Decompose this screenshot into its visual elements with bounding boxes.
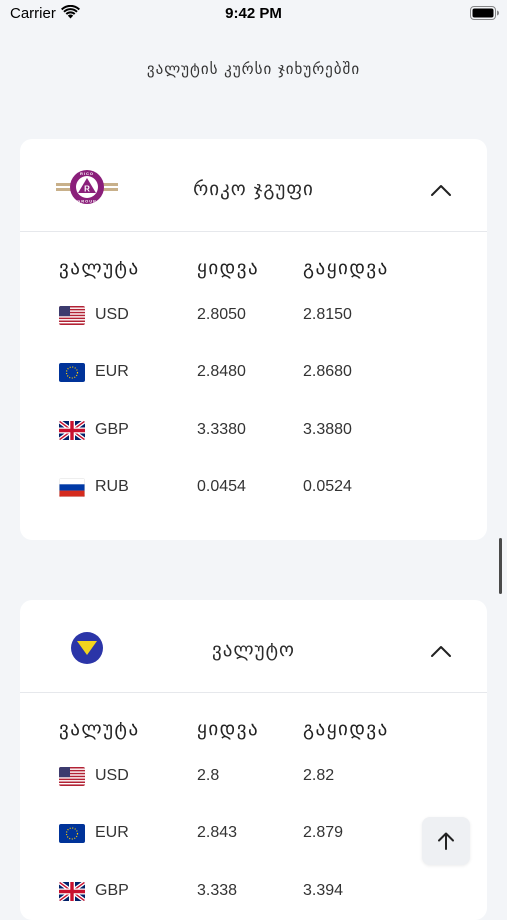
us-flag-icon — [59, 767, 85, 786]
buy-rate: 3.338 — [197, 882, 238, 899]
table-header: ვალუტა ყიდვა გაყიდვა — [20, 257, 487, 287]
currency-code: RUB — [95, 478, 129, 495]
buy-rate: 0.0454 — [197, 478, 246, 495]
buy-rate: 2.843 — [197, 824, 238, 841]
status-bar: Carrier 9:42 PM — [0, 0, 507, 28]
arrow-up-icon — [438, 832, 454, 850]
status-time: 9:42 PM — [225, 5, 282, 22]
column-header-buy: ყიდვა — [197, 257, 260, 279]
currency-code: USD — [95, 767, 129, 784]
buy-rate: 2.8480 — [197, 363, 246, 380]
exchange-card-valuto: ვალუტო ვალუტა ყიდვა გაყიდვა USD 2.8 2.82 — [20, 600, 487, 920]
currency-code: EUR — [95, 824, 129, 841]
buy-rate: 2.8050 — [197, 306, 246, 323]
page-title: ვალუტის კურსი ჯიხურებში — [146, 60, 361, 78]
table-row-eur: EUR 2.8480 2.8680 — [20, 361, 487, 385]
table-row-usd: USD 2.8 2.82 — [20, 765, 487, 789]
svg-text:RICO: RICO — [80, 171, 94, 176]
buy-rate: 3.3380 — [197, 421, 246, 438]
sell-rate: 2.8680 — [303, 363, 352, 380]
column-header-sell: გაყიდვა — [303, 718, 389, 740]
card-title: რიკო ჯგუფი — [193, 178, 314, 200]
sell-rate: 2.82 — [303, 767, 335, 784]
currency-code: GBP — [95, 882, 129, 899]
sell-rate: 3.394 — [303, 882, 344, 899]
sell-rate: 3.3880 — [303, 421, 352, 438]
card-title: ვალუტო — [212, 639, 295, 661]
scroll-to-top-button[interactable] — [422, 817, 470, 865]
ru-flag-icon — [59, 478, 85, 497]
eu-flag-icon — [59, 824, 85, 843]
sell-rate: 0.0524 — [303, 478, 352, 495]
exchange-card-rico: R RICO GROUP რიკო ჯგუფი ვალუტა ყიდვა გაყ… — [20, 139, 487, 540]
card-header[interactable]: ვალუტო — [20, 600, 487, 693]
table-header: ვალუტა ყიდვა გაყიდვა — [20, 718, 487, 748]
eu-flag-icon — [59, 363, 85, 382]
table-row-rub: RUB 0.0454 0.0524 — [20, 476, 487, 500]
gb-flag-icon — [59, 421, 85, 440]
table-row-gbp: GBP 3.338 3.394 — [20, 880, 487, 904]
table-row-eur: EUR 2.843 2.879 — [20, 822, 487, 846]
currency-code: EUR — [95, 363, 129, 380]
card-header[interactable]: R RICO GROUP რიკო ჯგუფი — [20, 139, 487, 232]
column-header-buy: ყიდვა — [197, 718, 260, 740]
buy-rate: 2.8 — [197, 767, 220, 784]
sell-rate: 2.8150 — [303, 306, 352, 323]
column-header-currency: ვალუტა — [59, 257, 140, 279]
table-row-gbp: GBP 3.3380 3.3880 — [20, 419, 487, 443]
gb-flag-icon — [59, 882, 85, 901]
currency-code: GBP — [95, 421, 129, 438]
chevron-up-icon[interactable] — [430, 644, 452, 658]
table-row-usd: USD 2.8050 2.8150 — [20, 304, 487, 328]
battery-icon — [470, 6, 499, 20]
sell-rate: 2.879 — [303, 824, 344, 841]
us-flag-icon — [59, 306, 85, 325]
currency-code: USD — [95, 306, 129, 323]
chevron-up-icon[interactable] — [430, 183, 452, 197]
column-header-sell: გაყიდვა — [303, 257, 389, 279]
scroll-indicator[interactable] — [499, 538, 502, 594]
column-header-currency: ვალუტა — [59, 718, 140, 740]
